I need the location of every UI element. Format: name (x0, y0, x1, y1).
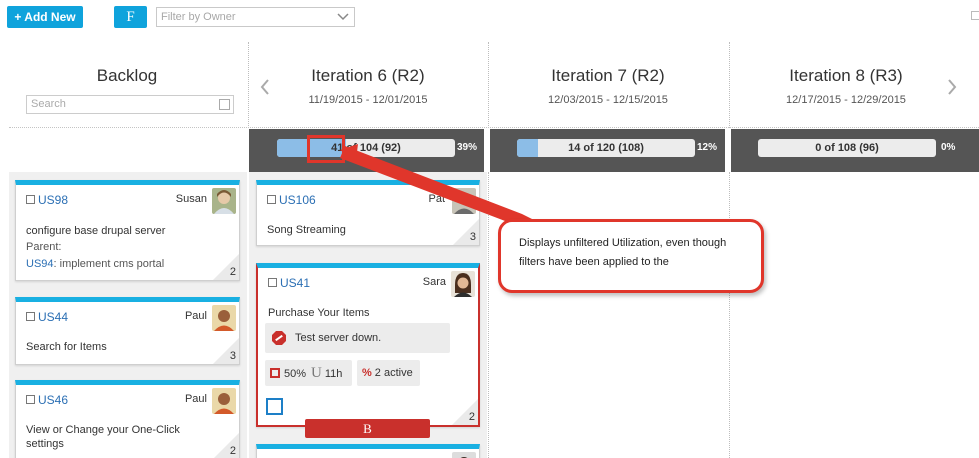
annotation-callout: Displays unfiltered Utilization, even th… (498, 219, 764, 293)
kanban-board: + Add New F Filter by Owner Backlog Sear… (0, 0, 979, 458)
annotation-highlight (307, 135, 345, 163)
callout-text: Displays unfiltered Utilization, even th… (519, 237, 727, 268)
annotation-arrow (340, 144, 536, 226)
